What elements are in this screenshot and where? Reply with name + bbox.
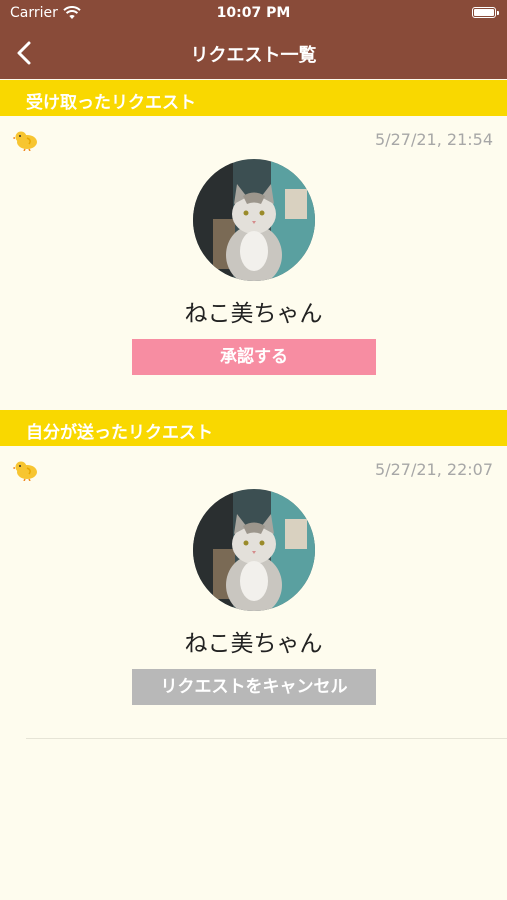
status-bar: Carrier 10:07 PM [0,0,507,28]
user-name: ねこ美ちゃん [184,631,323,657]
battery-icon [472,7,499,18]
section-header-sent: 自分が送ったリクエスト [0,410,507,446]
approve-button[interactable]: 承認する [132,339,376,375]
cat-photo [193,489,315,611]
timestamp: 5/27/21, 21:54 [375,130,493,149]
chick-icon [13,131,37,151]
cancel-request-button[interactable]: リクエストをキャンセル [132,669,376,705]
avatar[interactable] [193,489,315,611]
divider [26,738,507,739]
timestamp: 5/27/21, 22:07 [375,460,493,479]
chick-icon [13,461,37,481]
user-name: ねこ美ちゃん [184,301,323,327]
section-title-sent: 自分が送ったリクエスト [26,423,213,443]
section-header-received: 受け取ったリクエスト [0,80,507,116]
section-title-received: 受け取ったリクエスト [26,93,196,113]
clock: 10:07 PM [216,5,291,21]
avatar[interactable] [193,159,315,281]
cat-photo [193,159,315,281]
page-title: リクエスト一覧 [190,45,317,66]
navigation-bar: リクエスト一覧 [0,28,507,79]
